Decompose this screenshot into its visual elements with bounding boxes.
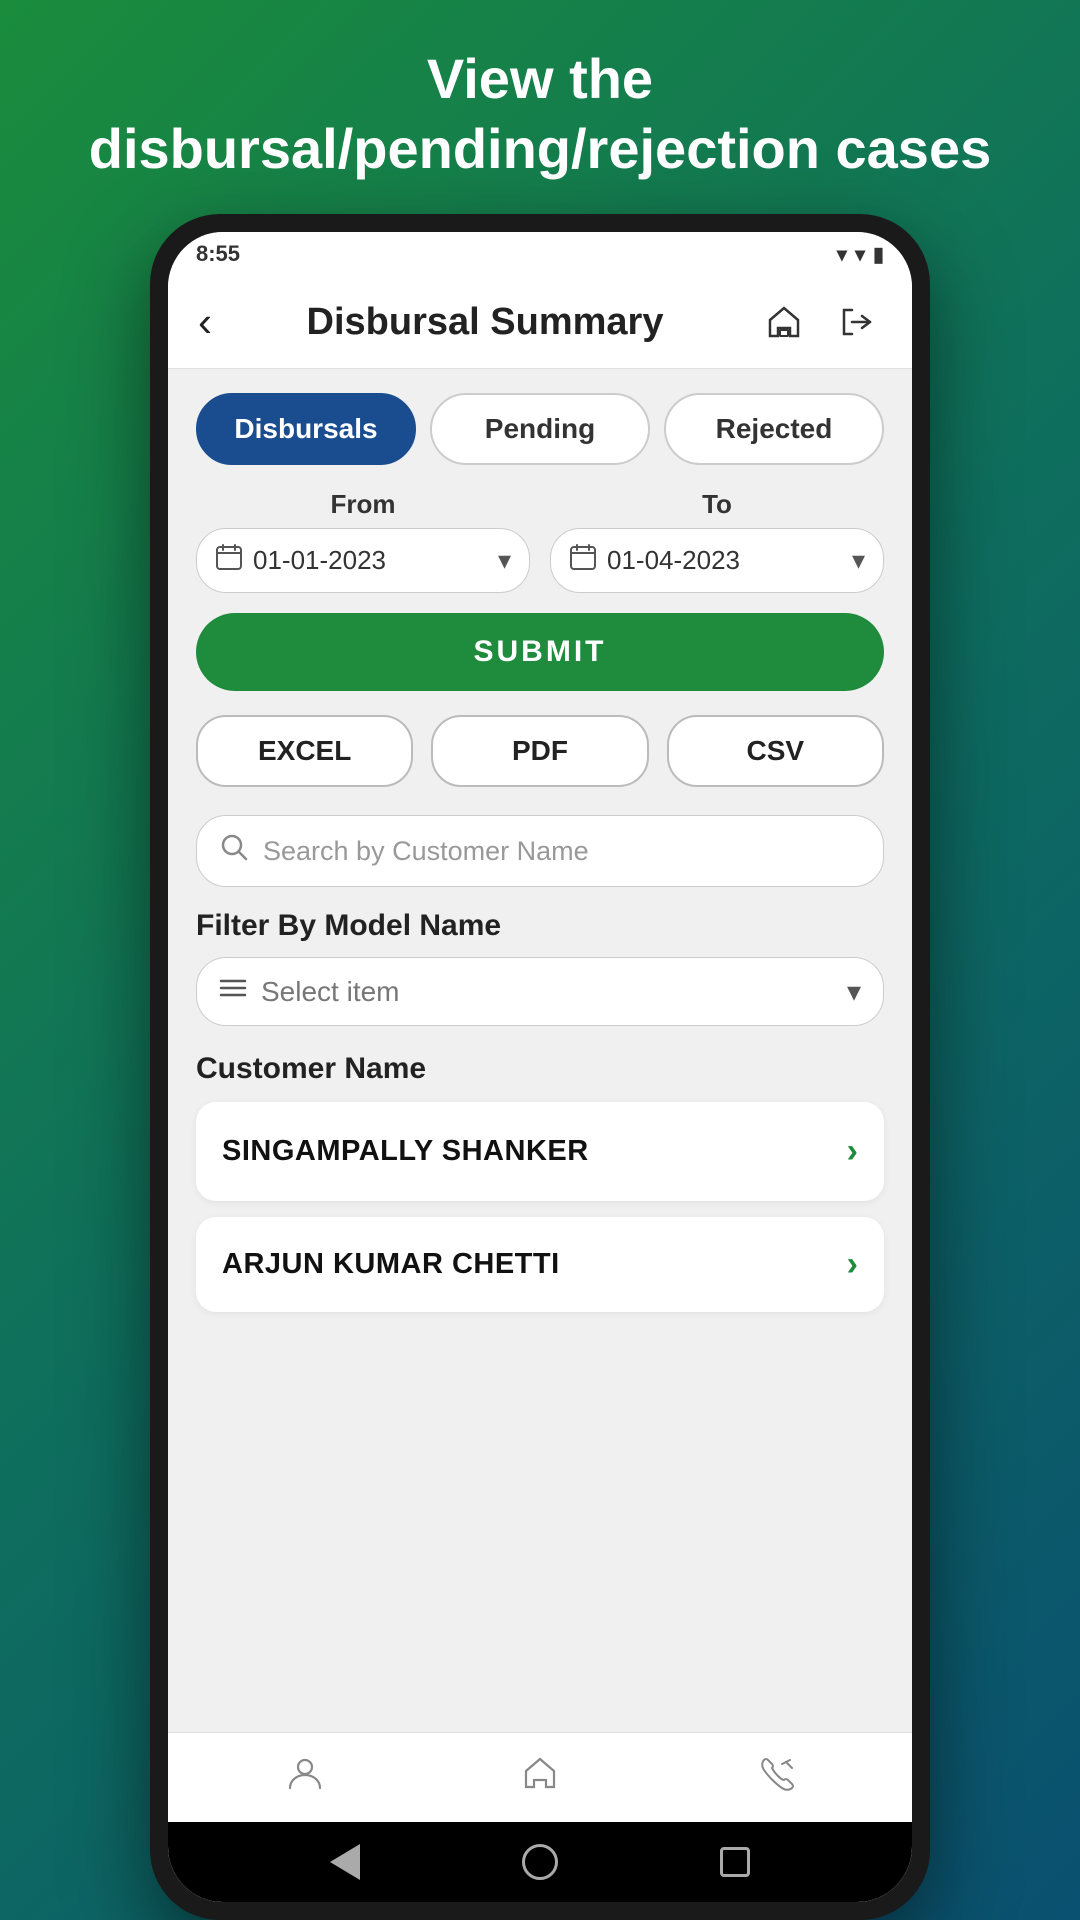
battery-icon: ▮ [873,242,884,267]
date-from-label: From [196,489,530,520]
filter-list-icon [219,974,247,1009]
android-recent-btn[interactable] [715,1842,755,1882]
nav-phone[interactable] [736,1746,814,1809]
status-time: 8:55 [196,241,240,267]
customer-chevron-2: › [847,1245,858,1284]
tab-pending[interactable]: Pending [430,393,650,465]
filter-select[interactable]: Select item ▾ [196,957,884,1026]
app-header: ‹ Disbursal Summary [168,276,912,369]
home-nav-icon [521,1754,559,1801]
excel-button[interactable]: EXCEL [196,715,413,787]
signal-icon: ▾ [837,242,847,267]
customer-chevron-1: › [847,1132,858,1171]
pdf-button[interactable]: PDF [431,715,648,787]
date-to-group: To 01-04-2023 ▾ [550,489,884,593]
csv-button[interactable]: CSV [667,715,884,787]
status-bar: 8:55 ▾ ▾ ▮ [168,232,912,276]
back-button[interactable]: ‹ [198,298,212,346]
profile-icon [286,1754,324,1801]
customer-name-2: ARJUN KUMAR CHETTI [222,1248,560,1281]
bottom-nav [168,1732,912,1822]
date-row: From 01-01-2023 ▾ [196,489,884,593]
nav-home[interactable] [501,1746,579,1809]
date-from-value: 01-01-2023 [253,545,488,576]
filter-chevron-icon: ▾ [847,975,861,1008]
submit-button[interactable]: SUBMIT [196,613,884,691]
tab-rejected[interactable]: Rejected [664,393,884,465]
nav-profile[interactable] [266,1746,344,1809]
filter-label: Filter By Model Name [196,909,884,943]
date-to-value: 01-04-2023 [607,545,842,576]
android-nav [168,1822,912,1902]
calendar-from-icon [215,543,243,578]
date-from-picker[interactable]: 01-01-2023 ▾ [196,528,530,593]
android-home-btn[interactable] [520,1842,560,1882]
tab-disbursals[interactable]: Disbursals [196,393,416,465]
customer-name-1: SINGAMPALLY SHANKER [222,1135,589,1168]
chevron-to-icon: ▾ [852,545,865,576]
chevron-from-icon: ▾ [498,545,511,576]
export-row: EXCEL PDF CSV [196,715,884,787]
search-box[interactable]: Search by Customer Name [196,815,884,887]
page-title: Disbursal Summary [307,301,664,344]
date-to-picker[interactable]: 01-04-2023 ▾ [550,528,884,593]
customer-card-2[interactable]: ARJUN KUMAR CHETTI › [196,1217,884,1312]
search-icon [219,832,249,870]
calendar-to-icon [569,543,597,578]
content-area: Disbursals Pending Rejected From [168,369,912,1732]
home-icon-btn[interactable] [758,296,810,348]
top-banner: View the disbursal/pending/rejection cas… [0,0,1080,214]
phone-icon [756,1754,794,1801]
android-back-btn[interactable] [325,1842,365,1882]
banner-line2: disbursal/pending/rejection cases [89,117,992,180]
header-icons [758,296,882,348]
tabs-row: Disbursals Pending Rejected [196,393,884,465]
wifi-icon: ▾ [855,242,865,267]
banner-line1: View the [427,47,653,110]
filter-placeholder: Select item [261,976,833,1008]
phone-wrapper: 8:55 ▾ ▾ ▮ ‹ Disbursal Summary [150,214,930,1920]
search-placeholder: Search by Customer Name [263,836,589,867]
date-to-label: To [550,489,884,520]
customer-card-1[interactable]: SINGAMPALLY SHANKER › [196,1102,884,1201]
date-from-group: From 01-01-2023 ▾ [196,489,530,593]
phone-screen: 8:55 ▾ ▾ ▮ ‹ Disbursal Summary [168,232,912,1902]
logout-icon-btn[interactable] [830,296,882,348]
status-icons: ▾ ▾ ▮ [837,242,884,267]
customer-section-label: Customer Name [196,1052,884,1086]
